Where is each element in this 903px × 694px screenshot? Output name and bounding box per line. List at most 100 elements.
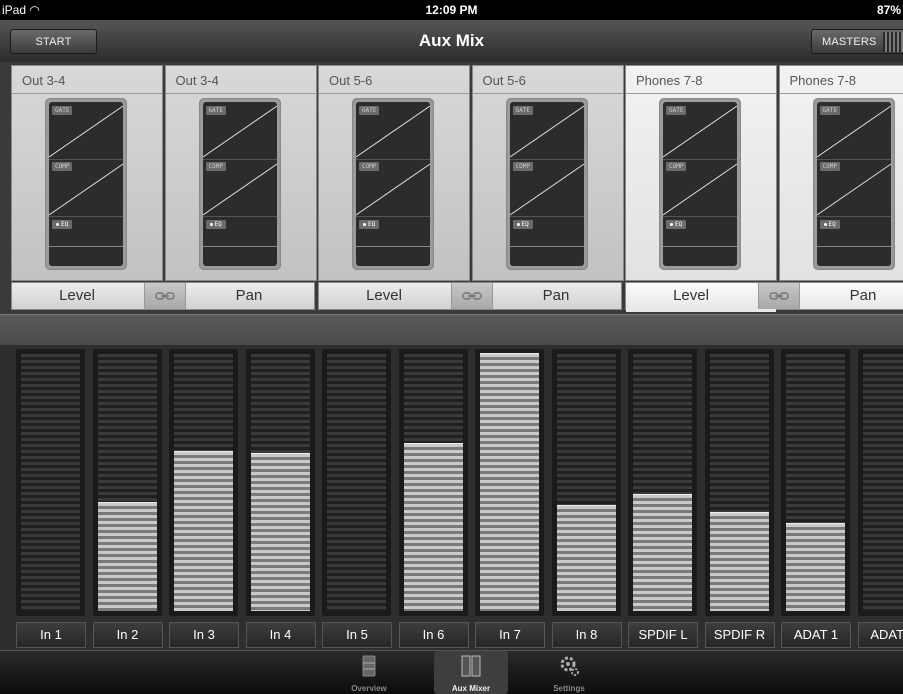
output-name: Out 3-4 <box>22 73 65 88</box>
level-button[interactable]: Level <box>12 283 142 309</box>
channel-label[interactable]: SPDIF L <box>628 622 698 648</box>
eq-text: EQ <box>675 221 682 228</box>
title-divider <box>473 93 623 94</box>
pan-button[interactable]: Pan <box>798 283 903 309</box>
input-fader[interactable] <box>781 349 850 616</box>
eq-text: EQ <box>368 221 375 228</box>
comp-section: COMP <box>203 159 277 217</box>
output-name: Phones 7-8 <box>790 73 857 88</box>
gate-label: GATE <box>513 106 533 115</box>
fader-track <box>863 354 903 611</box>
output-strip[interactable]: Out 5-6GATECOMPEQ <box>318 65 470 281</box>
dynamics-eq-thumbnail[interactable]: GATE COMP EQ <box>45 98 127 270</box>
input-fader[interactable] <box>246 349 315 616</box>
channel-label[interactable]: In 6 <box>399 622 469 648</box>
gear-icon <box>559 655 579 677</box>
channel-label[interactable]: In 8 <box>552 622 622 648</box>
input-fader[interactable] <box>16 349 85 616</box>
input-fader[interactable] <box>399 349 468 616</box>
tab-aux-mixer[interactable]: Aux Mixer <box>434 651 508 694</box>
dynamics-eq-thumbnail[interactable]: GATECOMPEQ <box>659 98 741 270</box>
comp-label: COMP <box>52 162 72 171</box>
pan-button[interactable]: Pan <box>184 283 314 309</box>
masters-button[interactable]: MASTERS <box>811 29 903 54</box>
output-strip[interactable]: Out 5-6GATECOMPEQ <box>472 65 624 281</box>
channel-label[interactable]: SPDIF R <box>705 622 775 648</box>
drawer-handle-icon[interactable] <box>883 32 903 52</box>
dynamics-eq-thumbnail[interactable]: GATECOMPEQ <box>352 98 434 270</box>
tab-label: Overview <box>332 684 406 693</box>
fader-level <box>480 353 539 611</box>
channel-label[interactable]: In 5 <box>322 622 392 648</box>
link-button[interactable] <box>144 283 186 309</box>
channel-label[interactable]: In 4 <box>246 622 316 648</box>
output-strip[interactable]: Out 3-4GATECOMPEQ <box>165 65 317 281</box>
level-button[interactable]: Level <box>626 283 756 309</box>
input-fader[interactable] <box>475 349 544 616</box>
input-fader[interactable] <box>628 349 697 616</box>
comp-label: COMP <box>359 162 379 171</box>
tab-settings[interactable]: Settings <box>532 651 606 694</box>
gate-section: GATE <box>49 102 123 159</box>
eq-curve <box>510 246 584 247</box>
link-button[interactable] <box>758 283 800 309</box>
eq-curve <box>817 246 891 247</box>
gate-section: GATE <box>510 102 584 159</box>
gate-label: GATE <box>820 106 840 115</box>
fader-level <box>251 453 310 611</box>
eq-section: EQ <box>356 216 430 266</box>
battery-percent: 87% <box>877 0 901 20</box>
input-fader[interactable] <box>93 349 162 616</box>
output-strip[interactable]: Out 3-4 GATE COMP EQ <box>11 65 163 281</box>
eq-section: EQ <box>203 216 277 266</box>
output-strips: Out 3-4GATECOMPEQOut 3-4GATECOMPEQOut 5-… <box>0 62 903 314</box>
title-divider <box>626 93 776 94</box>
dynamics-display: GATECOMPEQ <box>663 102 737 266</box>
channel-label[interactable]: In 3 <box>169 622 239 648</box>
channel-label[interactable]: In 7 <box>475 622 545 648</box>
eq-section: EQ <box>49 216 123 266</box>
fader-level <box>633 494 692 611</box>
channel-label[interactable]: ADAT 2 <box>858 622 903 648</box>
input-fader[interactable] <box>322 349 391 616</box>
tab-label: Aux Mixer <box>434 684 508 693</box>
start-page-button[interactable]: START PAGE <box>10 29 97 54</box>
level-button[interactable]: Level <box>319 283 449 309</box>
eq-label: EQ <box>206 220 226 229</box>
dynamics-eq-thumbnail[interactable]: GATE COMP EQ <box>199 98 281 270</box>
gate-label: GATE <box>206 106 226 115</box>
comp-section: COMP <box>663 159 737 217</box>
gate-section: GATE <box>203 102 277 159</box>
output-strip[interactable]: Phones 7-8 GATE COMP EQ <box>779 65 903 281</box>
eq-enabled-dot <box>210 223 213 226</box>
output-name: Phones 7-8 <box>636 73 703 88</box>
eq-label: EQ <box>666 220 686 229</box>
channel-label[interactable]: ADAT 1 <box>781 622 851 648</box>
input-fader[interactable] <box>858 349 903 616</box>
dynamics-display: GATECOMPEQ <box>356 102 430 266</box>
input-fader[interactable] <box>705 349 774 616</box>
input-fader[interactable] <box>169 349 238 616</box>
status-bar: iPad ◠ 12:09 PM 87% <box>0 0 903 20</box>
comp-section: COMP <box>510 159 584 217</box>
fader-track <box>327 354 386 611</box>
comp-label: COMP <box>206 162 226 171</box>
pan-button[interactable]: Pan <box>491 283 621 309</box>
output-strip[interactable]: Phones 7-8GATECOMPEQ <box>625 65 777 281</box>
comp-label: COMP <box>820 162 840 171</box>
eq-section: EQ <box>510 216 584 266</box>
dynamics-eq-thumbnail[interactable]: GATE COMP EQ <box>813 98 895 270</box>
tab-bar: Overview Aux Mixer Settings <box>0 650 903 694</box>
tab-overview[interactable]: Overview <box>332 651 406 694</box>
input-fader[interactable] <box>552 349 621 616</box>
eq-curve <box>663 246 737 247</box>
eq-section: EQ <box>817 216 891 266</box>
comp-label: COMP <box>513 162 533 171</box>
link-button[interactable] <box>451 283 493 309</box>
channel-label[interactable]: In 2 <box>93 622 163 648</box>
dynamics-eq-thumbnail[interactable]: GATE COMP EQ <box>506 98 588 270</box>
title-divider <box>12 93 162 94</box>
channel-label[interactable]: In 1 <box>16 622 86 648</box>
fader-level <box>557 505 616 611</box>
gate-section: GATE <box>817 102 891 159</box>
